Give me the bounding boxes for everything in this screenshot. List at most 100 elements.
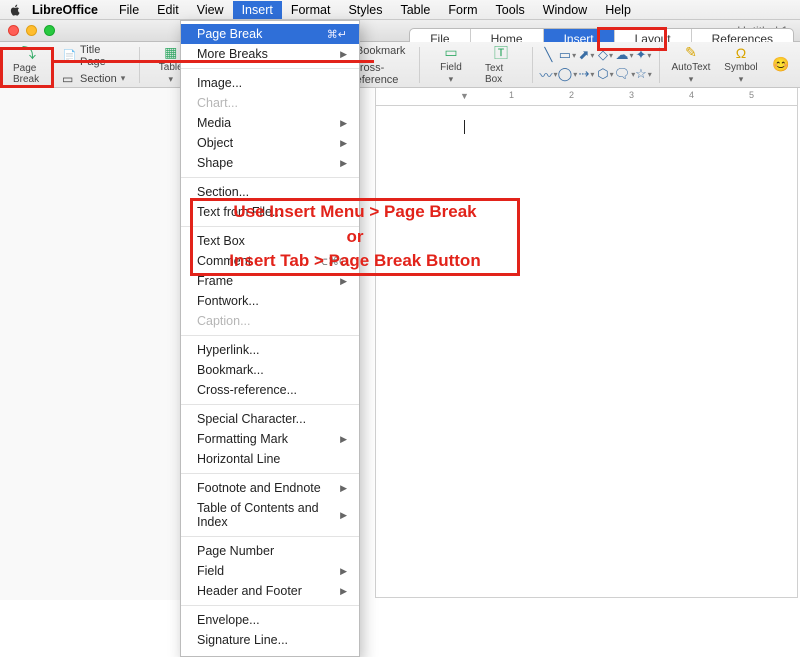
section-label: Section (80, 73, 117, 85)
menu-item-footnote-and-endnote[interactable]: Footnote and Endnote (181, 478, 359, 498)
symbol-label: Symbol (724, 62, 757, 73)
menu-separator (181, 335, 359, 336)
horizontal-ruler[interactable]: 1 2 3 4 5 (375, 88, 798, 106)
ruler-number: 2 (569, 90, 574, 100)
arrow-shape-icon[interactable]: ⬈ (578, 47, 594, 63)
title-page-button[interactable]: 📄 Title Page (56, 42, 131, 70)
menu-item-signature-line[interactable]: Signature Line... (181, 630, 359, 650)
menu-item-hyperlink[interactable]: Hyperlink... (181, 340, 359, 360)
menu-item-label: Object (197, 136, 233, 150)
menu-format[interactable]: Format (282, 1, 340, 19)
menu-item-section[interactable]: Section... (181, 182, 359, 202)
menu-item-image[interactable]: Image... (181, 73, 359, 93)
ribbon-toolbar: ⤵ Page Break 📄 Title Page ▭ Section ▦ Ta… (0, 42, 800, 88)
menu-item-header-and-footer[interactable]: Header and Footer (181, 581, 359, 601)
app-name: LibreOffice (32, 3, 98, 17)
menu-item-table-of-contents-and-index[interactable]: Table of Contents and Index (181, 498, 359, 532)
emoji-icon: 😊 (772, 56, 790, 74)
menu-item-media[interactable]: Media (181, 113, 359, 133)
menu-help[interactable]: Help (596, 1, 640, 19)
section-button[interactable]: ▭ Section (56, 70, 131, 88)
ellipse-shape-icon[interactable]: ◯ (559, 66, 575, 82)
menu-item-label: Footnote and Endnote (197, 481, 321, 495)
menu-item-label: Text Box (197, 234, 245, 248)
menu-item-label: Section... (197, 185, 249, 199)
speech-shape-icon[interactable]: ☁ (616, 47, 632, 63)
menu-item-cross-reference[interactable]: Cross-reference... (181, 380, 359, 400)
document-canvas[interactable] (375, 106, 798, 598)
mac-menubar: LibreOffice File Edit View Insert Format… (0, 0, 800, 20)
autotext-label: AutoText (672, 62, 711, 73)
menu-file[interactable]: File (110, 1, 148, 19)
menu-item-label: Hyperlink... (197, 343, 260, 357)
callout-shape-icon[interactable]: 🗨 (616, 66, 632, 82)
menu-separator (181, 177, 359, 178)
menu-item-object[interactable]: Object (181, 133, 359, 153)
curve-shape-icon[interactable]: 〰 (540, 66, 556, 82)
field-icon: ▭ (442, 44, 460, 61)
text-cursor-icon (464, 120, 465, 134)
apple-logo-icon (8, 3, 22, 17)
menu-edit[interactable]: Edit (148, 1, 188, 19)
menu-item-caption: Caption... (181, 311, 359, 331)
menu-item-text-box[interactable]: Text Box (181, 231, 359, 251)
emoji-button[interactable]: 😊 (768, 44, 794, 86)
menu-item-shape[interactable]: Shape (181, 153, 359, 173)
menu-item-page-number[interactable]: Page Number (181, 541, 359, 561)
menu-item-label: Page Number (197, 544, 274, 558)
more-shape-icon[interactable]: ☆ (635, 66, 651, 82)
shape-palette: ╲ ▭ ⬈ ◇ ☁ ✦ 〰 ◯ ⇢ ⬡ 🗨 ☆ (540, 47, 651, 82)
menu-item-frame[interactable]: Frame (181, 271, 359, 291)
bookmark-label: Bookmark (356, 45, 406, 57)
menu-item-field[interactable]: Field (181, 561, 359, 581)
ruler-track: 1 2 3 4 5 (461, 88, 793, 105)
menu-table[interactable]: Table (391, 1, 439, 19)
connector-shape-icon[interactable]: ⇢ (578, 66, 594, 82)
menu-item-page-break[interactable]: Page Break⌘↵ (181, 24, 359, 44)
menu-item-label: Table of Contents and Index (197, 501, 332, 529)
rect-shape-icon[interactable]: ▭ (559, 47, 575, 63)
menu-item-text-from-file[interactable]: Text from File... (181, 202, 359, 222)
star-shape-icon[interactable]: ✦ (635, 47, 651, 63)
menu-tools[interactable]: Tools (487, 1, 534, 19)
menu-item-horizontal-line[interactable]: Horizontal Line (181, 449, 359, 469)
menu-window[interactable]: Window (534, 1, 596, 19)
menu-item-envelope[interactable]: Envelope... (181, 610, 359, 630)
menu-view[interactable]: View (188, 1, 233, 19)
menu-item-comment[interactable]: Comment⌥⌘C (181, 251, 359, 271)
ruler-number: 3 (629, 90, 634, 100)
menu-item-label: Caption... (197, 314, 251, 328)
menu-item-bookmark[interactable]: Bookmark... (181, 360, 359, 380)
menu-item-label: Text from File... (197, 205, 282, 219)
autotext-button[interactable]: ✎ AutoText (668, 44, 714, 86)
left-margin-area (0, 88, 180, 600)
menu-item-label: Cross-reference... (197, 383, 297, 397)
menu-item-label: Fontwork... (197, 294, 259, 308)
ruler-number: 4 (689, 90, 694, 100)
diamond-shape-icon[interactable]: ◇ (597, 47, 613, 63)
flow-shape-icon[interactable]: ⬡ (597, 66, 613, 82)
menu-item-label: Chart... (197, 96, 238, 110)
page-break-icon: ⤵ (20, 44, 38, 62)
menu-item-chart: Chart... (181, 93, 359, 113)
menu-item-formatting-mark[interactable]: Formatting Mark (181, 429, 359, 449)
symbol-button[interactable]: Ω Symbol (718, 44, 764, 86)
field-button[interactable]: ▭ Field (428, 44, 474, 86)
page-break-label: Page Break (13, 63, 45, 85)
autotext-icon: ✎ (682, 44, 700, 61)
menu-form[interactable]: Form (439, 1, 486, 19)
menu-insert[interactable]: Insert (233, 1, 282, 19)
page-break-button[interactable]: ⤵ Page Break (6, 44, 52, 86)
menu-item-special-character[interactable]: Special Character... (181, 409, 359, 429)
text-box-button[interactable]: 🅃 Text Box (478, 44, 524, 86)
menu-item-label: Field (197, 564, 224, 578)
menu-item-label: Bookmark... (197, 363, 264, 377)
menu-item-shortcut: ⌘↵ (327, 28, 347, 41)
menu-item-label: More Breaks (197, 47, 268, 61)
menu-styles[interactable]: Styles (339, 1, 391, 19)
menu-item-label: Horizontal Line (197, 452, 280, 466)
menu-item-fontwork[interactable]: Fontwork... (181, 291, 359, 311)
menu-separator (181, 605, 359, 606)
line-shape-icon[interactable]: ╲ (540, 47, 556, 63)
menu-item-label: Special Character... (197, 412, 306, 426)
